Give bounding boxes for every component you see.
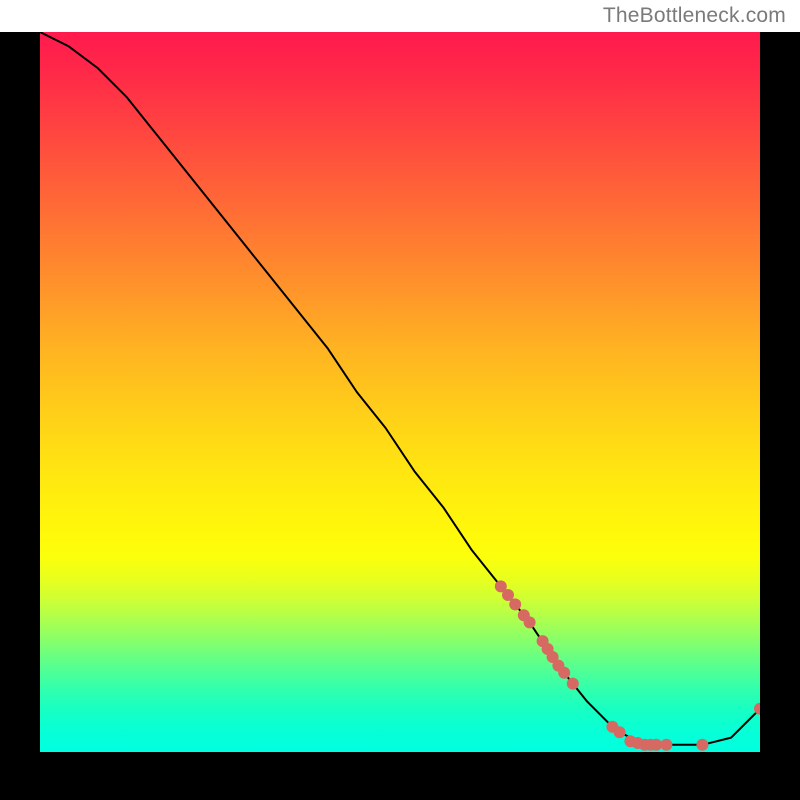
brand-text: TheBottleneck.com bbox=[603, 4, 786, 28]
data-marker bbox=[614, 726, 626, 738]
header-bar: TheBottleneck.com bbox=[0, 0, 800, 32]
bottleneck-curve bbox=[40, 32, 760, 745]
data-marker bbox=[509, 598, 521, 610]
chart-stage: TheBottleneck.com bbox=[0, 0, 800, 800]
data-marker bbox=[502, 589, 514, 601]
data-markers bbox=[495, 580, 760, 750]
plot-area bbox=[40, 32, 760, 752]
left-margin bbox=[0, 32, 40, 752]
data-marker bbox=[567, 678, 579, 690]
right-margin bbox=[760, 32, 800, 752]
bottom-margin bbox=[0, 752, 800, 800]
chart-svg bbox=[40, 32, 760, 752]
data-marker bbox=[660, 739, 672, 751]
data-marker bbox=[524, 616, 536, 628]
data-marker bbox=[696, 739, 708, 751]
data-marker bbox=[558, 667, 570, 679]
